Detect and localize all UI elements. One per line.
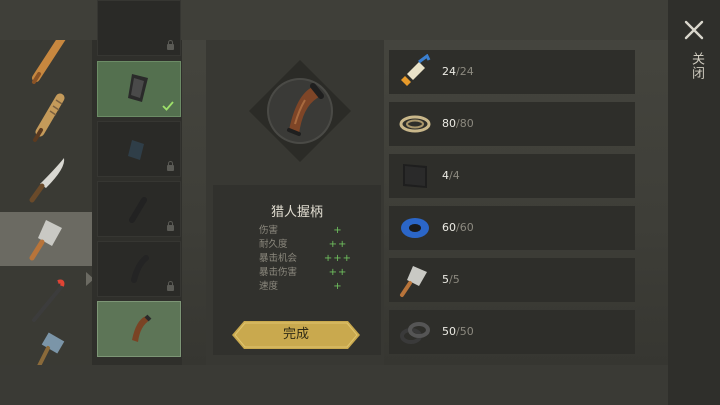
have-count: 50 [442,325,456,338]
have-count: 60 [442,221,456,234]
craft-button[interactable]: 完成 [232,321,360,349]
requirement-count: 4/4 [442,154,460,198]
weapon-slot-cleaver[interactable] [0,212,92,266]
stat-row: 伤害 + [259,224,359,238]
stat-row: 暴击伤害 ++ [259,266,359,280]
glue-icon [401,54,431,86]
requirement-row: 80/80 [389,102,635,146]
need-count: /60 [456,221,474,234]
handle-slot-6[interactable] [97,301,181,357]
wrapped-bat-icon [33,93,65,142]
stat-row: 暴击机会 +++ [259,252,359,266]
weapon-slot-sledgehammer[interactable] [0,326,92,365]
handle-list [92,0,182,365]
need-count: /5 [449,273,460,286]
hunter-grip-icon [132,314,152,342]
requirement-count: 50/50 [442,310,474,354]
requirement-count: 80/80 [442,102,474,146]
sledgehammer-icon [37,332,65,365]
stat-label: 伤害 [259,225,279,236]
stat-label: 耐久度 [259,239,288,250]
need-count: /24 [456,65,474,78]
stat-list: 伤害 + 耐久度 ++ 暴击机会 +++ 暴击伤害 ++ 速度 + [259,224,359,294]
stat-value: ++ [328,239,348,250]
check-icon [162,101,174,111]
weapon-slot-machete[interactable] [0,152,92,206]
requirement-count: 24/24 [442,50,474,94]
item-preview [249,60,351,162]
baseball-bat-icon [32,40,66,84]
curved-grip-icon [131,255,149,283]
item-title: 猎人握柄 [270,205,323,220]
crowbar-icon [32,279,65,322]
duct-tape-icon [401,218,429,238]
wrapped-grip-icon [129,197,147,223]
weapon-list [0,40,92,365]
have-count: 5 [442,273,449,286]
stat-label: 暴击机会 [259,253,298,264]
handle-slot-2[interactable] [97,61,181,117]
weapon-slot-crowbar[interactable] [0,272,92,326]
weapon-slot-baseball-bat[interactable] [0,40,92,86]
close-label[interactable]: 关闭 [684,52,704,80]
requirement-row: 50/50 [389,310,635,354]
stat-label: 速度 [259,281,279,292]
lock-icon [167,161,174,171]
bottom-band [0,365,720,405]
requirement-row: 4/4 [389,154,635,198]
washers-icon [400,322,430,344]
need-count: /4 [449,169,460,182]
have-count: 80 [442,117,456,130]
requirement-row: 5/5 [389,258,635,302]
handle-slot-5[interactable] [97,241,181,297]
grip-icon [128,74,148,102]
stat-value: + [333,281,343,292]
lock-icon [167,281,174,291]
have-count: 4 [442,169,449,182]
handle-slot-4[interactable] [97,181,181,237]
rope-icon [399,115,431,133]
have-count: 24 [442,65,456,78]
need-count: /50 [456,325,474,338]
requirement-count: 60/60 [442,206,474,250]
cleaver-icon [29,220,62,261]
close-icon[interactable] [682,18,706,42]
stat-value: +++ [323,253,353,264]
stat-row: 耐久度 ++ [259,238,359,252]
weapon-slot-wrapped-bat[interactable] [0,90,92,144]
need-count: /80 [456,117,474,130]
stat-label: 暴击伤害 [259,267,298,278]
leather-icon [403,164,427,188]
stat-row: 速度 + [259,280,359,294]
requirement-count: 5/5 [442,258,460,302]
lock-icon [167,40,174,50]
requirement-row: 24/24 [389,50,635,94]
requirement-row: 60/60 [389,206,635,250]
lock-icon [167,221,174,231]
handle-slot-1[interactable] [97,0,181,56]
handle-slot-3[interactable] [97,121,181,177]
machete-icon [29,158,65,203]
cleaver-icon [400,266,427,297]
tape-grip-icon [128,140,144,160]
stat-value: ++ [328,267,348,278]
stat-value: + [333,225,343,236]
